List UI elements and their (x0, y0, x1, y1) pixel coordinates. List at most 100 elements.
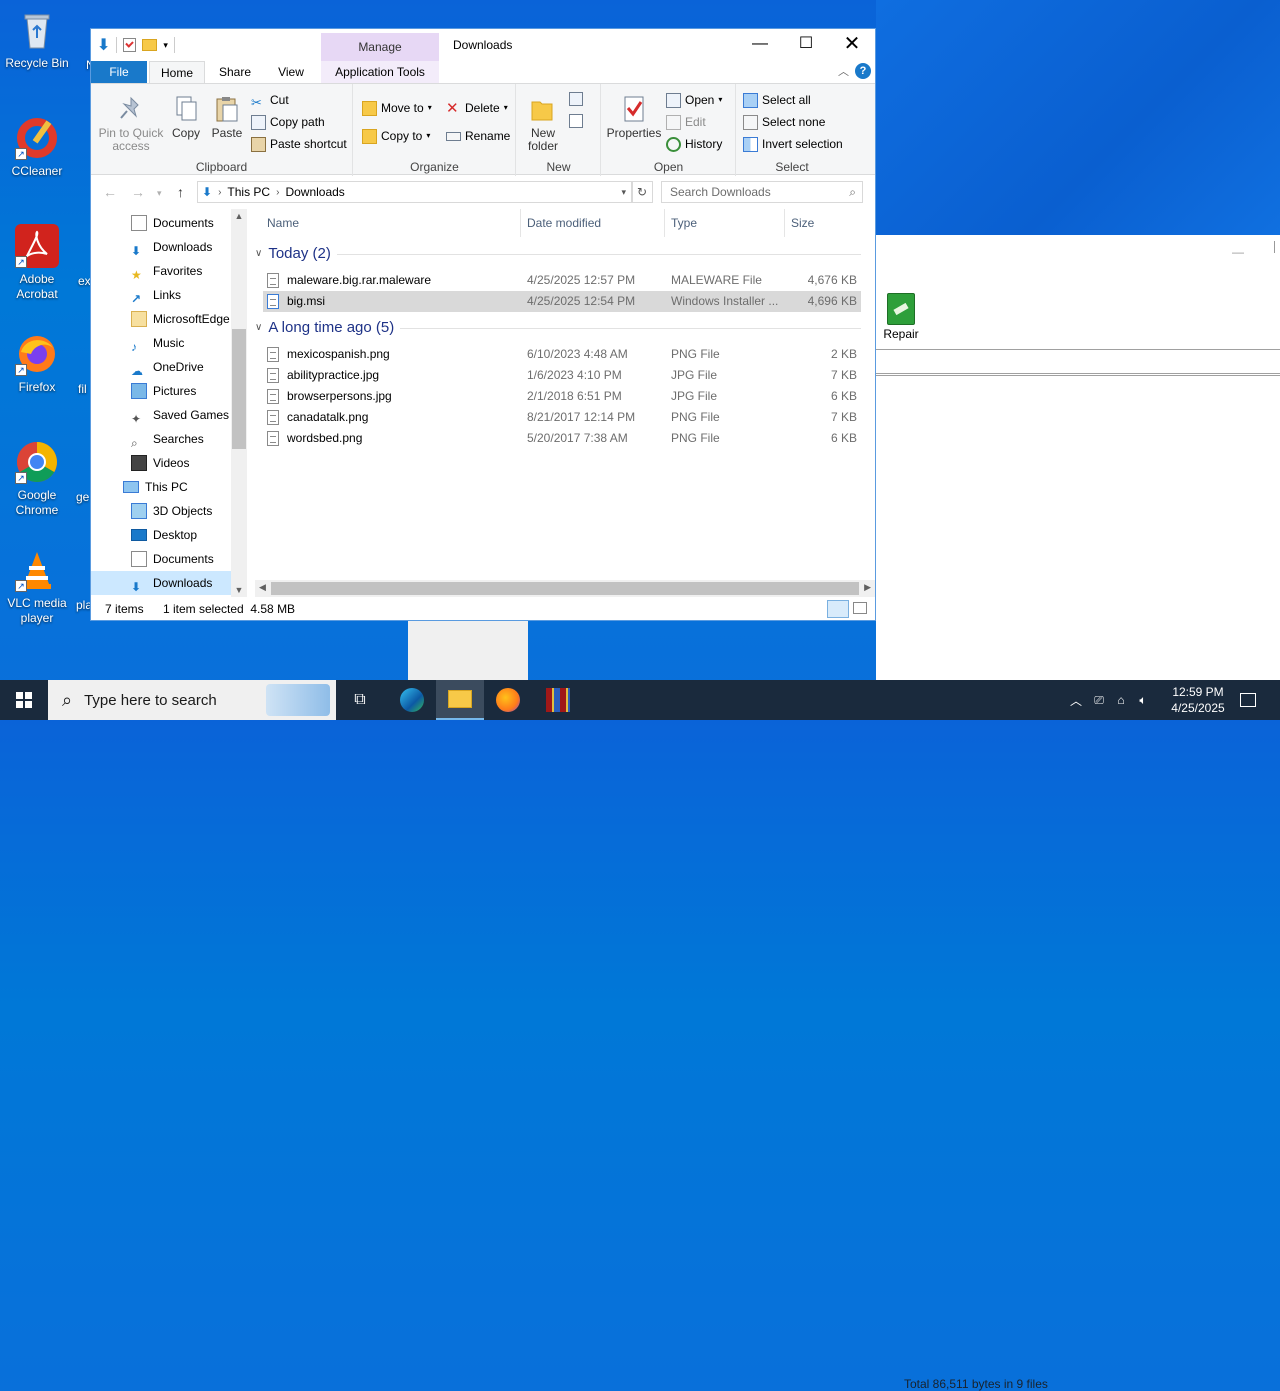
copy-button[interactable]: Copy (169, 94, 203, 140)
desktop-icon-recycle-bin[interactable]: Recycle Bin (0, 8, 74, 71)
nav-item-saved-games[interactable]: ✦ Saved Games (91, 403, 231, 427)
horizontal-scrollbar[interactable]: ◀ ▶ (255, 580, 875, 597)
new-folder-icon[interactable] (142, 39, 158, 51)
desktop-icon-google-chrome[interactable]: ↗ Google Chrome (0, 440, 74, 518)
paste-button[interactable]: Paste (209, 94, 245, 140)
group-header-long-ago[interactable]: ∨ A long time ago (5) (255, 317, 861, 339)
search-input[interactable]: Search Downloads ⌕ (661, 181, 863, 203)
nav-scrollbar[interactable]: ▲ ▼ (231, 209, 247, 597)
maximize-button[interactable]: ☐ (783, 29, 829, 59)
network-icon[interactable]: ⎚ (1088, 693, 1110, 708)
group-header-today[interactable]: ∨ Today (2) (255, 243, 861, 265)
copy-to-button[interactable]: Copy to ▾ (362, 126, 430, 146)
scrollbar-thumb[interactable] (232, 329, 246, 449)
scroll-up-icon[interactable]: ▲ (231, 211, 247, 221)
taskbar-search-box[interactable]: ⌕ Type here to search (48, 680, 336, 720)
nav-item-3d-objects[interactable]: 3D Objects (91, 499, 231, 523)
desktop-icon-firefox[interactable]: ↗ Firefox (0, 332, 74, 395)
column-header-type[interactable]: Type (665, 209, 785, 237)
nav-item-desktop[interactable]: Desktop (91, 523, 231, 547)
volume-icon[interactable]: 🔈︎ (1132, 693, 1154, 708)
nav-item-music[interactable]: ♪ Music (91, 331, 231, 355)
nav-item-onedrive[interactable]: ☁ OneDrive (91, 355, 231, 379)
repair-item[interactable]: Repair (881, 293, 921, 341)
minimize-button[interactable]: — (737, 29, 783, 59)
nav-item-this-pc[interactable]: This PC (91, 475, 231, 499)
taskbar-edge[interactable] (388, 680, 436, 720)
chevron-down-icon[interactable]: ▾ (621, 187, 626, 198)
details-view-icon[interactable] (827, 600, 849, 618)
easy-access-icon[interactable] (569, 114, 583, 128)
nav-item-links[interactable]: ↗ Links (91, 283, 231, 307)
scroll-left-icon[interactable]: ◀ (259, 582, 266, 593)
cut-button[interactable]: ✂ Cut (251, 90, 289, 110)
nav-item-documents[interactable]: Documents (91, 211, 231, 235)
file-row[interactable]: wordsbed.png 5/20/2017 7:38 AM PNG File … (263, 428, 861, 449)
rename-button[interactable]: Rename (446, 126, 510, 146)
paste-shortcut-button[interactable]: Paste shortcut (251, 134, 347, 154)
chevron-down-icon[interactable]: ▾ (163, 40, 168, 51)
desktop-icon-vlc[interactable]: ↗ VLC media player (0, 548, 74, 626)
nav-item-pictures[interactable]: Pictures (91, 379, 231, 403)
task-view-button[interactable]: ⧉ (336, 680, 384, 720)
file-row[interactable]: mexicospanish.png 6/10/2023 4:48 AM PNG … (263, 344, 861, 365)
tab-share[interactable]: Share (217, 61, 253, 83)
delete-button[interactable]: ✕ Delete ▾ (446, 98, 508, 118)
new-item-icon[interactable] (569, 92, 583, 106)
scrollbar-thumb[interactable] (271, 582, 859, 595)
up-arrow-icon[interactable]: ↑ (177, 184, 184, 200)
nav-item-downloads-pc[interactable]: ⬇ Downloads (91, 571, 231, 595)
desktop-icon-adobe-acrobat[interactable]: ↗ Adobe Acrobat (0, 224, 74, 302)
column-header-name[interactable]: Name (261, 209, 521, 237)
column-header-size[interactable]: Size (785, 209, 865, 237)
help-icon[interactable]: ? (855, 63, 871, 79)
edit-button[interactable]: Edit (666, 112, 706, 132)
new-folder-button[interactable]: New folder (523, 94, 563, 153)
minimize-icon[interactable]: — (1232, 245, 1244, 259)
scroll-right-icon[interactable]: ▶ (864, 582, 871, 593)
desktop-icon-ccleaner[interactable]: ↗ CCleaner (0, 116, 74, 179)
tab-home[interactable]: Home (149, 61, 205, 83)
open-button[interactable]: Open ▾ (666, 90, 722, 110)
tab-application-tools[interactable]: Application Tools (321, 61, 439, 83)
column-header-date[interactable]: Date modified (521, 209, 665, 237)
large-icons-view-icon[interactable] (853, 602, 867, 614)
nav-item-searches[interactable]: ⌕ Searches (91, 427, 231, 451)
notification-center-button[interactable] (1224, 680, 1272, 720)
pin-to-quick-access-button[interactable]: Pin to Quick access (97, 94, 165, 153)
move-to-button[interactable]: Move to ▾ (362, 98, 432, 118)
close-button[interactable]: ✕ (829, 29, 875, 59)
tab-manage[interactable]: Manage (321, 33, 439, 61)
select-all-button[interactable]: Select all (743, 90, 811, 110)
nav-item-microsoftedge[interactable]: MicrosoftEdge (91, 307, 231, 331)
select-none-button[interactable]: Select none (743, 112, 825, 132)
copy-path-button[interactable]: Copy path (251, 112, 325, 132)
file-row[interactable]: abilitypractice.jpg 1/6/2023 4:10 PM JPG… (263, 365, 861, 386)
nav-item-downloads[interactable]: ⬇ Downloads (91, 235, 231, 259)
properties-button[interactable]: Properties (606, 94, 662, 140)
nav-item-documents-pc[interactable]: Documents (91, 547, 231, 571)
forward-arrow-icon[interactable]: → (131, 184, 145, 200)
nav-item-favorites[interactable]: ★ Favorites (91, 259, 231, 283)
refresh-button[interactable]: ↻ (631, 181, 653, 203)
back-arrow-icon[interactable]: ← (103, 184, 117, 200)
scroll-down-icon[interactable]: ▼ (231, 585, 247, 595)
taskbar-file-explorer[interactable] (436, 680, 484, 720)
nav-item-videos[interactable]: Videos (91, 451, 231, 475)
taskbar-winrar[interactable] (534, 680, 582, 720)
wifi-icon[interactable]: ⌂ (1110, 693, 1132, 707)
file-row[interactable]: maleware.big.rar.maleware 4/25/2025 12:5… (263, 270, 861, 291)
tab-view[interactable]: View (273, 61, 309, 83)
history-button[interactable]: History (666, 134, 722, 154)
properties-icon[interactable] (123, 38, 137, 52)
tab-file[interactable]: File (91, 61, 147, 83)
breadcrumb-downloads[interactable]: Downloads (285, 185, 344, 199)
recent-locations-icon[interactable]: ▾ (157, 188, 162, 199)
chevron-up-icon[interactable]: ︿ (838, 63, 849, 79)
start-button[interactable] (0, 680, 48, 720)
invert-selection-button[interactable]: Invert selection (743, 134, 843, 154)
breadcrumb-this-pc[interactable]: This PC (227, 185, 270, 199)
address-bar[interactable]: ⬇ › This PC › Downloads ▾ (197, 181, 633, 203)
file-row-selected[interactable]: big.msi 4/25/2025 12:54 PM Windows Insta… (263, 291, 861, 312)
file-row[interactable]: browserpersons.jpg 2/1/2018 6:51 PM JPG … (263, 386, 861, 407)
